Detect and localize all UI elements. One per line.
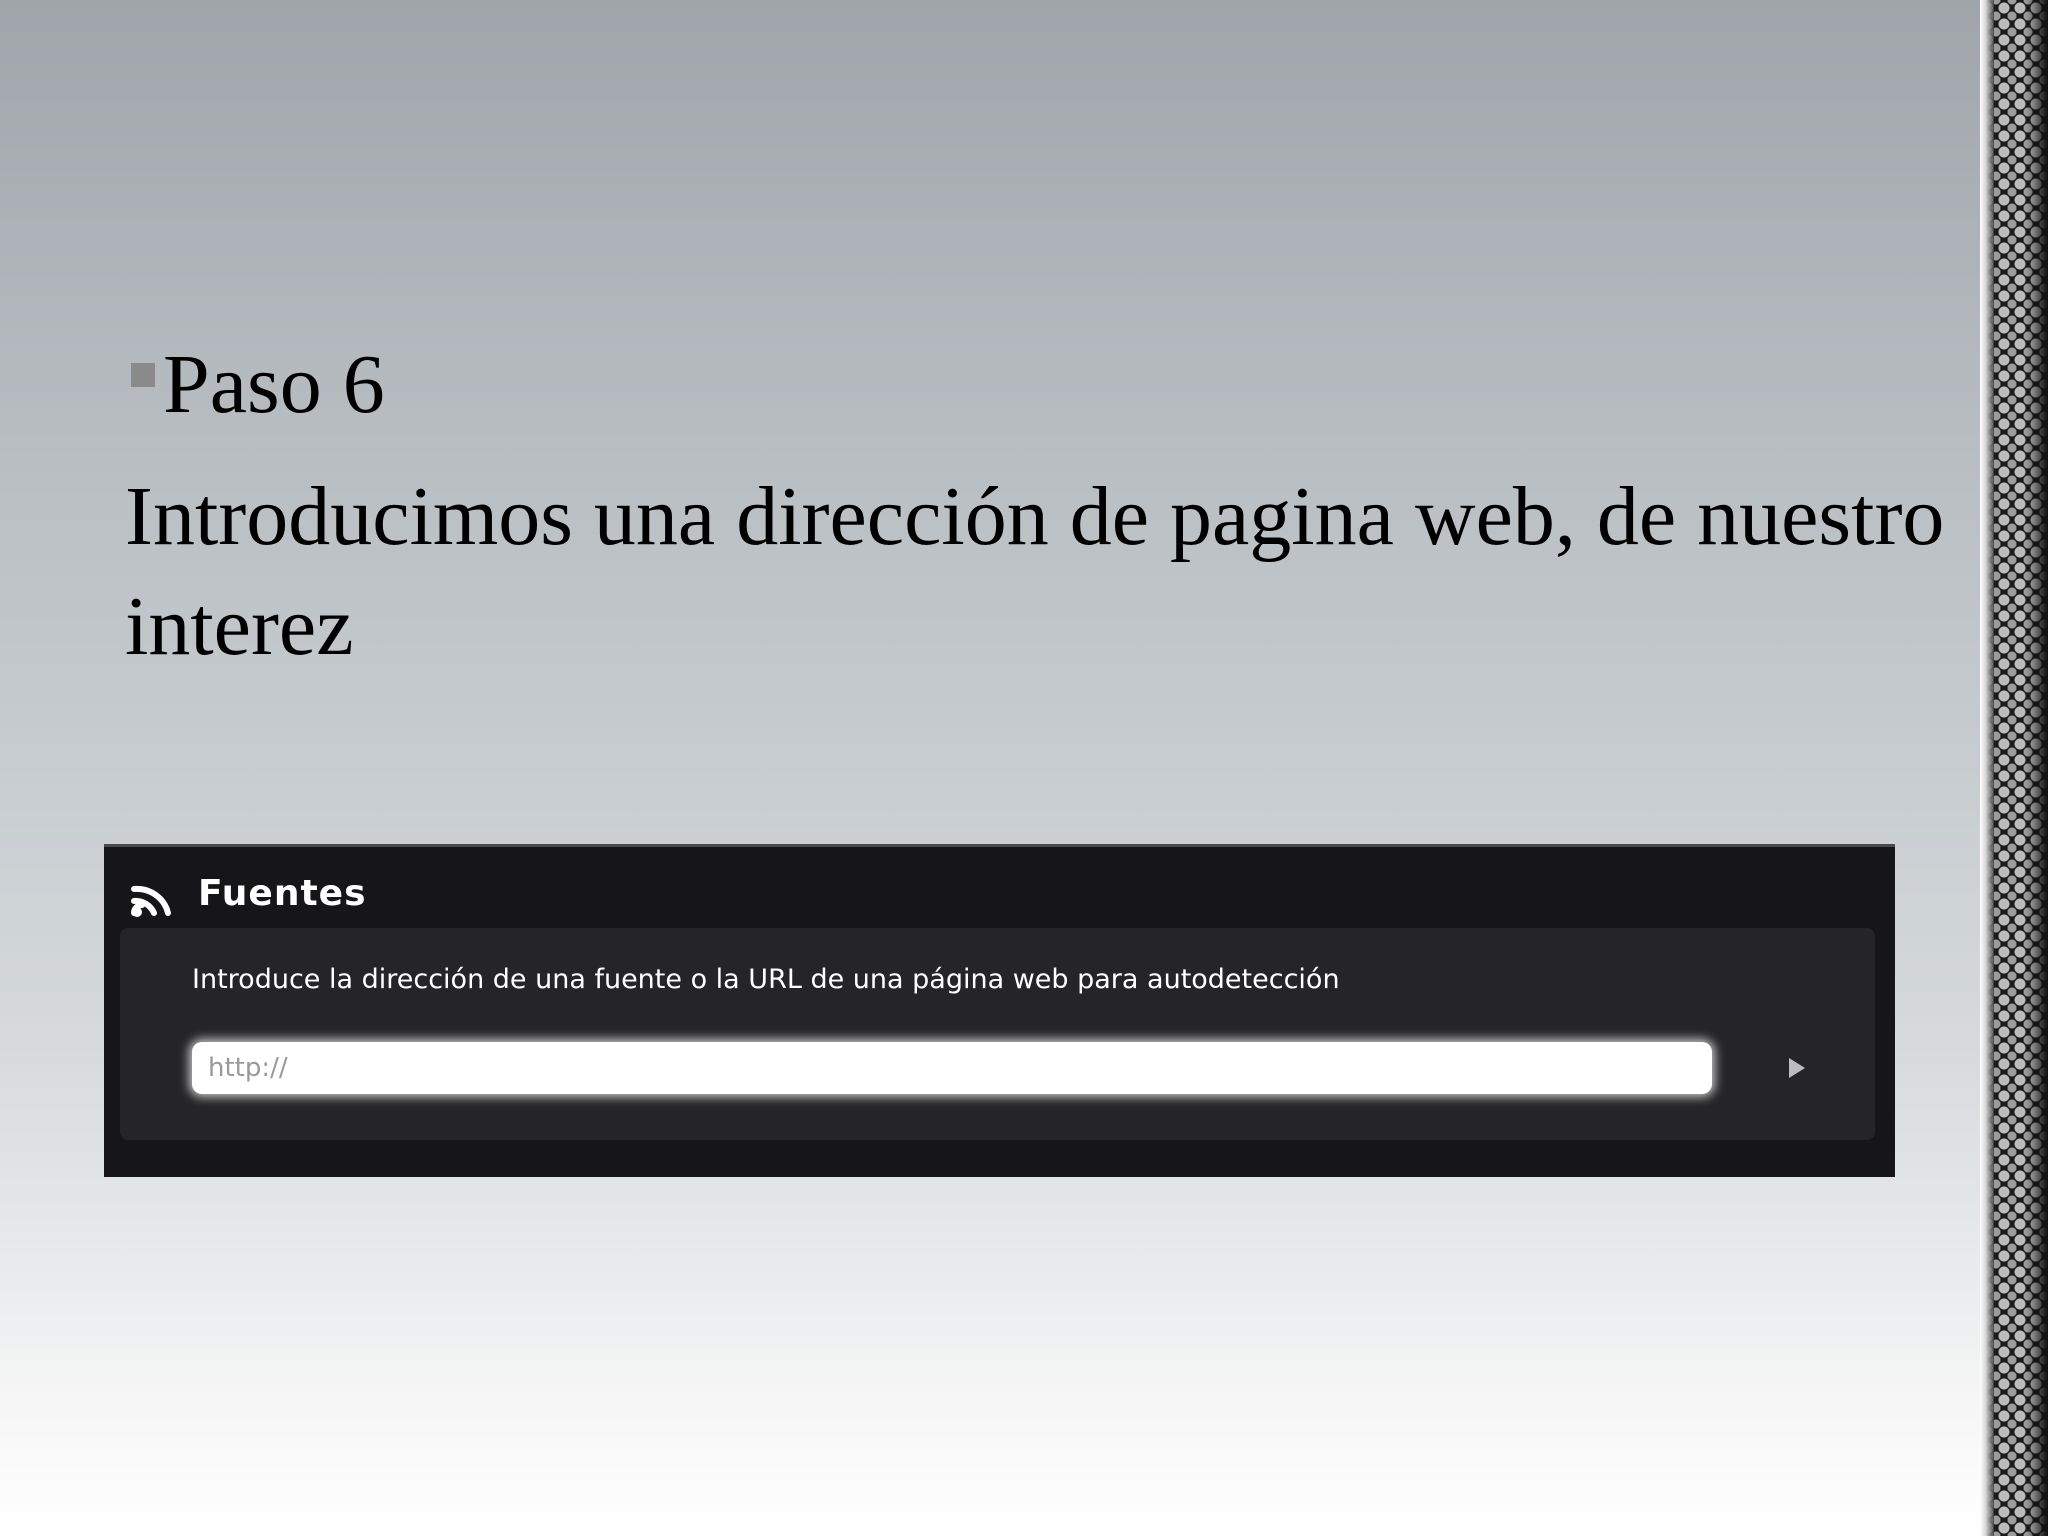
bullet-heading: Paso 6 [163, 338, 385, 431]
slide-body-text: Introducimos una dirección de pagina web… [125, 470, 1987, 673]
play-arrow-icon [1789, 1058, 1805, 1078]
bullet-item: Paso 6 [125, 330, 1945, 440]
instructions-text: Introduce la dirección de una fuente o l… [192, 964, 1340, 995]
feeds-panel: Fuentes Introduce la dirección de una fu… [104, 844, 1895, 1177]
panel-body: Introduce la dirección de una fuente o l… [120, 928, 1875, 1140]
slide-content: Paso 6 Introducimos una dirección de pag… [125, 330, 1945, 682]
submit-url-button[interactable] [1775, 1046, 1819, 1090]
panel-header: Fuentes [128, 868, 367, 918]
decorative-side-strip [1980, 0, 2048, 1536]
bullet-square-icon [131, 363, 155, 387]
panel-title: Fuentes [198, 872, 367, 914]
url-input[interactable] [192, 1042, 1712, 1094]
rss-feed-icon [131, 885, 171, 917]
